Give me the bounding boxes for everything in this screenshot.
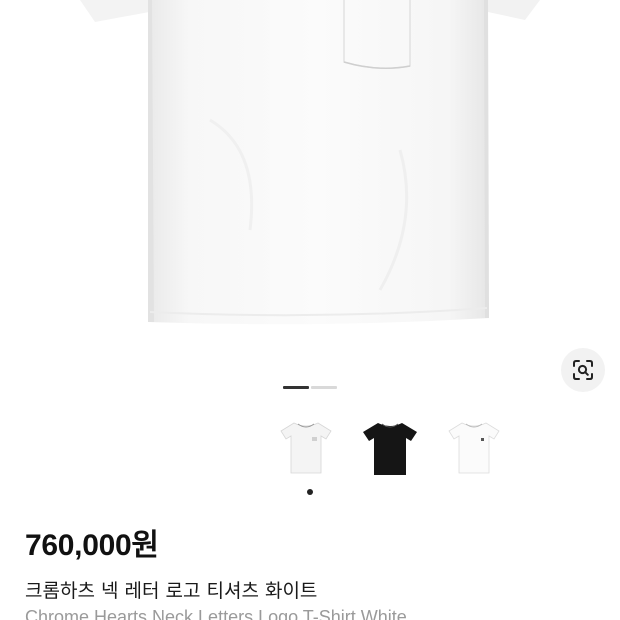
pager-indicator[interactable] <box>311 386 337 389</box>
image-search-button[interactable] <box>561 348 605 392</box>
product-main-image[interactable] <box>0 0 620 350</box>
pager-indicator-active[interactable] <box>283 386 309 389</box>
image-search-icon <box>573 360 593 380</box>
color-variant-list <box>272 412 508 484</box>
variant-thumbnail-black[interactable] <box>356 412 424 484</box>
selected-variant-indicator <box>307 489 313 495</box>
product-price: 760,000원 <box>25 529 159 562</box>
black-tshirt-thumbnail <box>363 423 417 475</box>
product-title-korean: 크롬하츠 넥 레터 로고 티셔츠 화이트 <box>25 580 318 602</box>
white-tshirt-thumbnail <box>448 422 500 474</box>
variant-thumbnail-white-2[interactable] <box>440 412 508 484</box>
white-tshirt-image <box>80 0 540 325</box>
white-tshirt-thumbnail <box>280 422 332 474</box>
image-pager <box>283 386 337 389</box>
variant-thumbnail-white[interactable] <box>272 412 340 484</box>
product-title-english: Chrome Hearts Neck Letters Logo T-Shirt … <box>25 607 407 620</box>
